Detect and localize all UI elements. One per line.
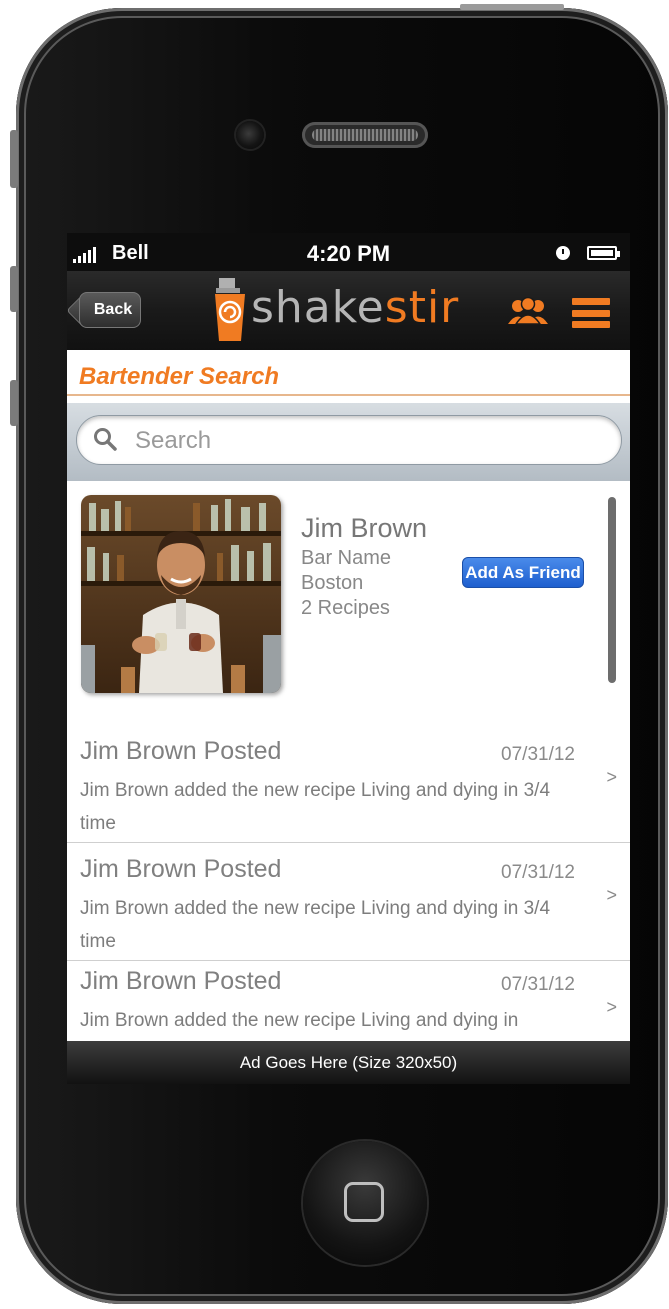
bartender-city: Boston [301,572,364,594]
feed-item-body: Jim Brown added the new recipe Living an… [80,1010,519,1031]
ad-banner-text: Ad Goes Here (Size 320x50) [239,1052,458,1072]
bartender-recipe-count: 2 Recipes [301,597,390,619]
alarm-icon [556,246,570,260]
feed-item-title: Jim Brown Posted [80,855,282,883]
home-button[interactable] [303,1141,427,1265]
bartender-profile: Jim Brown Bar Name Boston 2 Recipes Add … [67,481,630,703]
volume-up-button[interactable] [10,266,18,312]
menu-icon[interactable] [572,298,610,328]
logo-shake-text: shake [251,282,385,333]
app-screen: Bell 4:20 PM Back shakestir Bartender Se… [67,233,630,1084]
front-camera [236,121,264,149]
nav-bar: Back shakestir [67,271,630,350]
sleep-button[interactable] [460,4,564,10]
scrollbar[interactable] [608,497,616,683]
section-header: Bartender Search [67,350,630,396]
activity-feed: Jim Brown Posted 07/31/12 Jim Brown adde… [67,725,630,1041]
chevron-right-icon: > [606,997,617,1017]
feed-item-title: Jim Brown Posted [80,967,282,995]
feed-item-body: Jim Brown added the new recipe Living an… [80,780,551,834]
bartender-photo-image [81,495,281,693]
earpiece-speaker [302,122,428,148]
chevron-right-icon: > [606,767,617,787]
add-friend-button[interactable]: Add As Friend [462,557,584,588]
ad-banner[interactable]: Ad Goes Here (Size 320x50) [67,1041,630,1084]
status-time: 4:20 PM [306,241,391,266]
feed-item-title: Jim Brown Posted [80,737,282,765]
feed-item[interactable]: Jim Brown Posted 07/31/12 Jim Brown adde… [67,961,630,1041]
home-square-icon [344,1182,384,1222]
search-bar [67,403,630,481]
search-input[interactable] [133,424,597,458]
bartender-bar-name: Bar Name [301,547,392,569]
search-icon [94,428,117,451]
feed-item-body: Jim Brown added the new recipe Living an… [80,898,551,952]
feed-item-date: 07/31/12 [501,744,575,765]
feed-item[interactable]: Jim Brown Posted 07/31/12 Jim Brown adde… [67,843,630,961]
status-bar: Bell 4:20 PM [67,233,630,271]
logo-stir-text: stir [384,282,460,333]
back-button[interactable]: Back [79,292,141,328]
feed-item[interactable]: Jim Brown Posted 07/31/12 Jim Brown adde… [67,725,630,843]
app-logo: shakestir [251,282,459,333]
bartender-name: Jim Brown [301,513,428,543]
page-title: Bartender Search [79,363,280,390]
chevron-right-icon: > [606,885,617,905]
mute-switch[interactable] [10,130,18,188]
search-field[interactable] [76,415,622,465]
feed-item-date: 07/31/12 [501,974,575,995]
friends-icon[interactable] [507,297,549,325]
cup-logo-icon [215,278,245,341]
feed-item-date: 07/31/12 [501,862,575,883]
battery-icon [587,246,620,260]
volume-down-button[interactable] [10,380,18,426]
profile-photo[interactable] [81,495,281,693]
back-button-label[interactable]: Back [79,292,141,328]
